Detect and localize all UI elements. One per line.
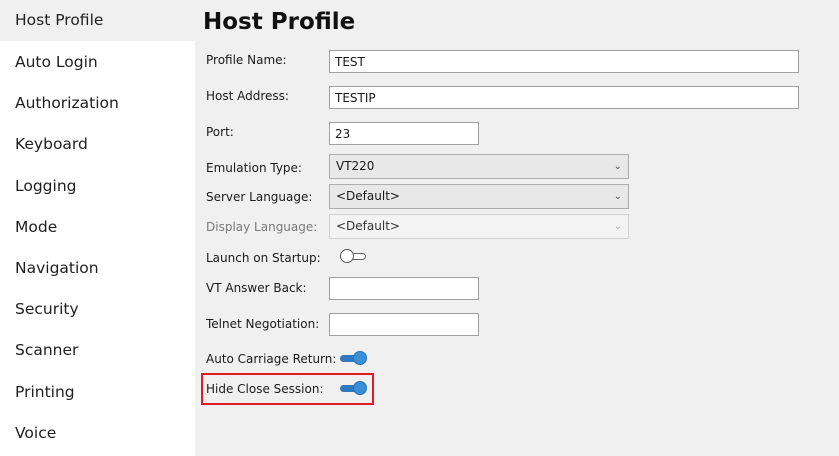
page-title: Host Profile: [203, 9, 356, 35]
profile-name-label: Profile Name:: [206, 53, 287, 67]
launch-on-startup-label: Launch on Startup:: [206, 251, 321, 265]
sidebar-item-auto-login[interactable]: Auto Login: [0, 42, 195, 83]
sidebar-item-printing[interactable]: Printing: [0, 372, 195, 413]
host-address-label: Host Address:: [206, 89, 289, 103]
sidebar-item-host-profile[interactable]: Host Profile: [0, 0, 195, 41]
sidebar-item-mode[interactable]: Mode: [0, 207, 195, 248]
sidebar-item-voice[interactable]: Voice: [0, 413, 195, 454]
vt-answer-back-label: VT Answer Back:: [206, 281, 307, 295]
launch-on-startup-toggle[interactable]: [340, 248, 368, 264]
display-language-select: <Default> ⌄: [329, 214, 629, 239]
sidebar: Host Profile Auto Login Authorization Ke…: [0, 0, 195, 456]
server-language-value: <Default>: [336, 189, 400, 203]
hide-close-session-toggle[interactable]: [340, 380, 368, 396]
telnet-negotiation-label: Telnet Negotiation:: [206, 317, 320, 331]
host-profile-panel: Host Profile Profile Name: Host Address:…: [195, 0, 839, 456]
display-language-label: Display Language:: [206, 220, 318, 234]
emulation-type-label: Emulation Type:: [206, 161, 302, 175]
emulation-type-select[interactable]: VT220 ⌄: [329, 154, 629, 179]
sidebar-item-keyboard[interactable]: Keyboard: [0, 124, 195, 165]
chevron-down-icon: ⌄: [613, 161, 622, 172]
toggle-thumb: [353, 381, 367, 395]
hide-close-session-label: Hide Close Session:: [206, 382, 324, 396]
server-language-label: Server Language:: [206, 190, 313, 204]
chevron-down-icon: ⌄: [613, 191, 622, 202]
display-language-value: <Default>: [336, 219, 400, 233]
port-label: Port:: [206, 125, 234, 139]
emulation-type-value: VT220: [336, 159, 375, 173]
toggle-thumb: [340, 249, 354, 263]
toggle-thumb: [353, 351, 367, 365]
sidebar-item-scanner[interactable]: Scanner: [0, 330, 195, 371]
telnet-negotiation-input[interactable]: [329, 313, 479, 336]
sidebar-item-navigation[interactable]: Navigation: [0, 248, 195, 289]
port-input[interactable]: [329, 122, 479, 145]
sidebar-item-authorization[interactable]: Authorization: [0, 83, 195, 124]
auto-carriage-return-toggle[interactable]: [340, 350, 368, 366]
vt-answer-back-input[interactable]: [329, 277, 479, 300]
auto-carriage-return-label: Auto Carriage Return:: [206, 352, 337, 366]
sidebar-item-security[interactable]: Security: [0, 289, 195, 330]
sidebar-item-logging[interactable]: Logging: [0, 166, 195, 207]
chevron-down-icon: ⌄: [613, 221, 622, 232]
host-address-input[interactable]: [329, 86, 799, 109]
profile-name-input[interactable]: [329, 50, 799, 73]
server-language-select[interactable]: <Default> ⌄: [329, 184, 629, 209]
